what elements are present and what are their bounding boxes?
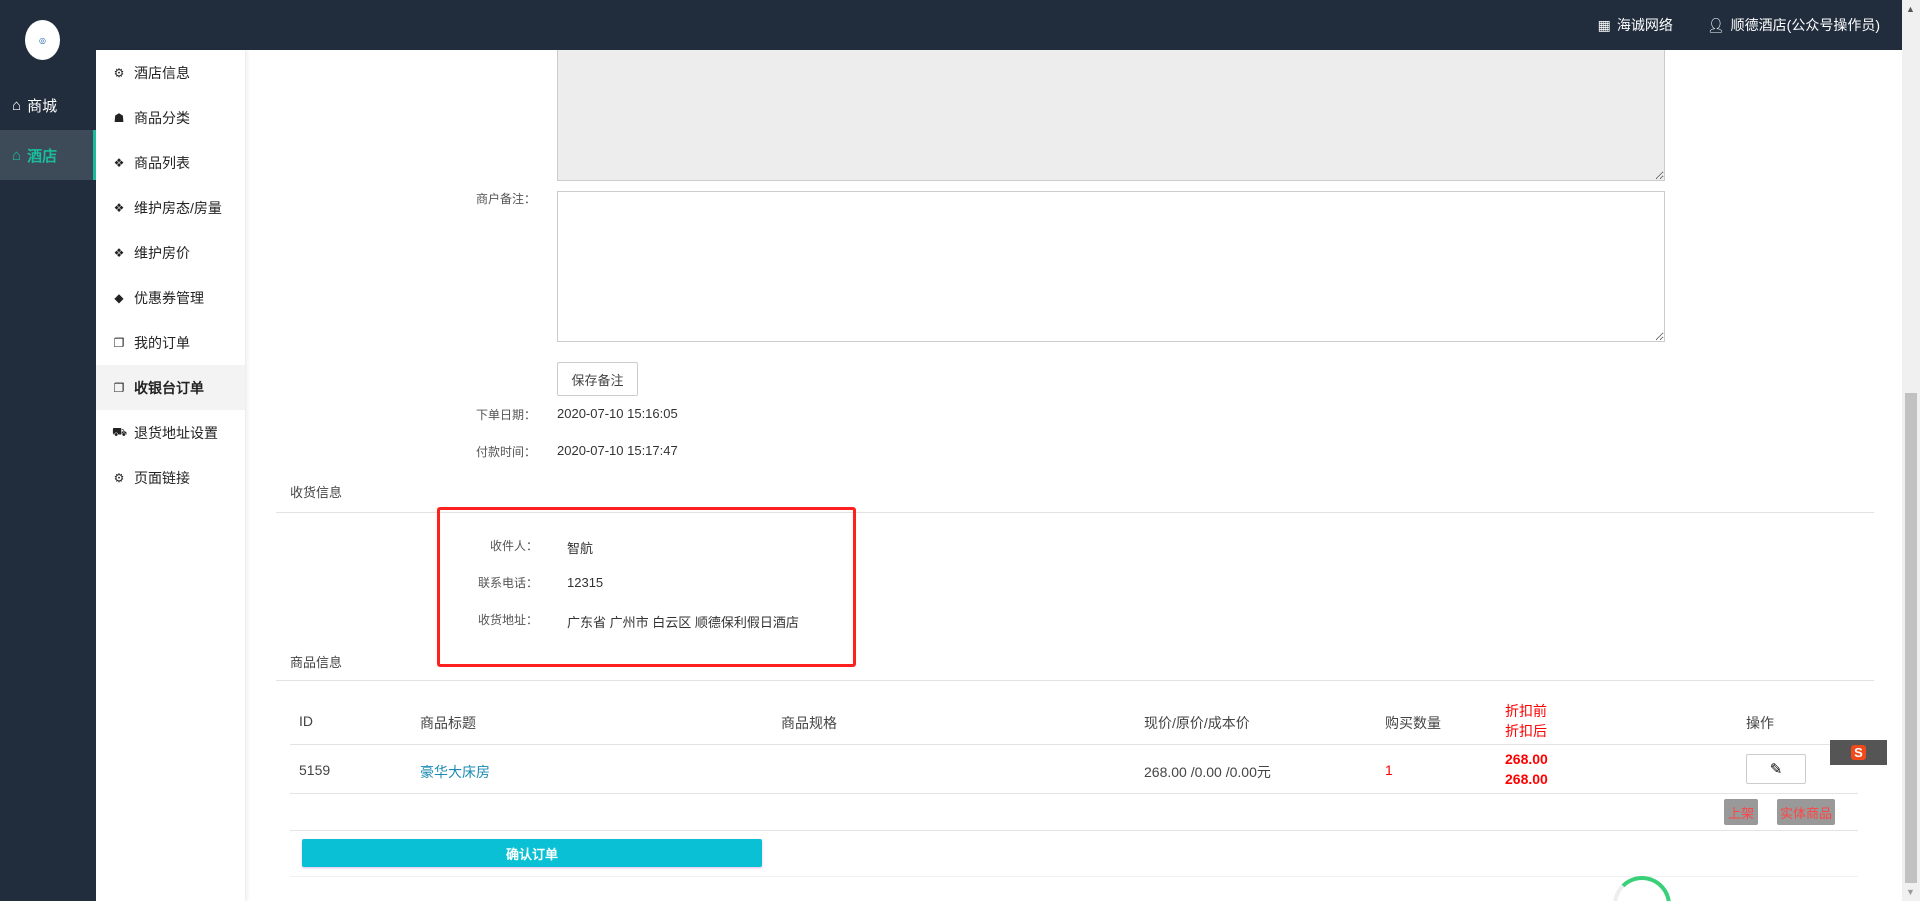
sitemap-icon: ☗	[113, 110, 125, 125]
user-icon: 👤︎	[1706, 16, 1725, 33]
pay-time: 2020-07-10 15:17:47	[557, 443, 678, 458]
home-icon: ⌂	[12, 96, 22, 114]
phone: 12315	[567, 575, 604, 590]
submenu-room-status[interactable]: ❖ 维护房态/房量	[96, 185, 245, 230]
submenu-coupons[interactable]: ◆ 优惠券管理	[96, 275, 245, 320]
shipping-title: 收货信息	[290, 485, 343, 500]
col-title: 商品标题	[420, 715, 476, 731]
row-title-link[interactable]: 豪华大床房	[420, 762, 490, 782]
recipient-label: 收件人：	[489, 539, 538, 553]
scrollbar[interactable]: ▲ ▼	[1902, 0, 1920, 901]
merchant-note-textarea[interactable]	[557, 191, 1665, 342]
scroll-down-icon[interactable]: ▼	[1906, 887, 1915, 897]
logo: ◎	[25, 20, 60, 60]
submenu-cashier-orders[interactable]: ❐ 收银台订单	[96, 365, 245, 410]
cubes-icon: ❖	[113, 155, 125, 170]
col-price: 现价/原价/成本价	[1144, 715, 1250, 731]
row-after: 268.00	[1505, 771, 1548, 787]
phone-label: 联系电话：	[477, 576, 538, 590]
copy-icon: ❐	[113, 380, 125, 395]
col-id: ID	[299, 713, 313, 729]
cogs-icon: ⚙	[113, 65, 125, 80]
scroll-up-icon[interactable]: ▲	[1906, 4, 1915, 14]
col-qty: 购买数量	[1385, 715, 1441, 731]
tag-physical-goods: 实体商品	[1777, 799, 1835, 825]
order-date-label: 下单日期：	[475, 408, 536, 422]
col-spec: 商品规格	[781, 715, 837, 731]
submenu-return-address[interactable]: ⛟ 退货地址设置	[96, 410, 245, 455]
nav-item-hotel[interactable]: ⌂ 酒店	[0, 130, 96, 180]
row-qty: 1	[1385, 762, 1393, 778]
cubes-icon: ❖	[113, 200, 125, 215]
submenu-page-links[interactable]: ⚙ 页面链接	[96, 455, 245, 500]
row-before: 268.00	[1505, 751, 1548, 767]
merchant-note-label: 商户备注：	[475, 192, 536, 206]
nav-item-mall[interactable]: ⌂ 商城	[0, 80, 96, 130]
submenu-hotel-info[interactable]: ⚙ 酒店信息	[96, 50, 245, 95]
cogs-icon: ⚙	[113, 470, 125, 485]
home-icon: ⌂	[12, 146, 22, 164]
recipient: 智航	[567, 541, 594, 556]
address: 广东省 广州市 白云区 顺德保利假日酒店	[567, 615, 799, 630]
edit-button[interactable]: ✎	[1746, 754, 1806, 784]
confirm-order-button[interactable]: 确认订单	[302, 839, 762, 867]
address-label: 收货地址：	[477, 613, 538, 627]
top-bar: ▦ 海诚网络 👤︎ 顺德酒店(公众号操作员)	[0, 0, 1902, 50]
sogou-icon: S	[1851, 745, 1866, 760]
col-before: 折扣前	[1505, 703, 1547, 719]
left-nav: ◎ ⌂ 商城 ⌂ 酒店	[0, 0, 96, 901]
submenu-my-orders[interactable]: ❐ 我的订单	[96, 320, 245, 365]
copy-icon: ❐	[113, 335, 125, 350]
submenu-category[interactable]: ☗ 商品分类	[96, 95, 245, 140]
col-after: 折扣后	[1505, 723, 1547, 739]
order-date: 2020-07-10 15:16:05	[557, 406, 678, 421]
save-note-button[interactable]: 保存备注	[557, 362, 638, 396]
grid-icon: ▦	[1597, 16, 1611, 33]
customer-message-textarea	[557, 50, 1665, 181]
user-menu[interactable]: 👤︎ 顺德酒店(公众号操作员)	[1707, 15, 1880, 35]
cubes-icon: ❖	[113, 245, 125, 260]
col-ops: 操作	[1746, 715, 1774, 731]
row-id: 5159	[299, 762, 331, 778]
goods-title: 商品信息	[290, 655, 343, 670]
submenu: ⚙ 酒店信息 ☗ 商品分类 ❖ 商品列表 ❖ 维护房态/房量 ❖ 维护房价 ◆ 优惠券管理 …	[96, 50, 246, 901]
edit-icon: ✎	[1769, 761, 1783, 778]
order-detail: 商户备注： 保存备注 下单日期： 2020-07-10 15:16:05 付款时…	[246, 50, 1902, 901]
truck-icon: ⛟	[112, 424, 128, 439]
scrollbar-thumb[interactable]	[1905, 393, 1917, 883]
pay-time-label: 付款时间：	[475, 445, 536, 459]
submenu-goods-list[interactable]: ❖ 商品列表	[96, 140, 245, 185]
row-price: 268.00 /0.00 /0.00元	[1144, 764, 1271, 780]
tag-on-shelf: 上架	[1724, 799, 1758, 825]
progress-ring	[1613, 876, 1671, 901]
network-link[interactable]: ▦ 海诚网络	[1598, 15, 1673, 35]
tags-icon: ◆	[114, 290, 124, 305]
submenu-room-price[interactable]: ❖ 维护房价	[96, 230, 245, 275]
ime-toolbar[interactable]: S	[1830, 740, 1887, 765]
